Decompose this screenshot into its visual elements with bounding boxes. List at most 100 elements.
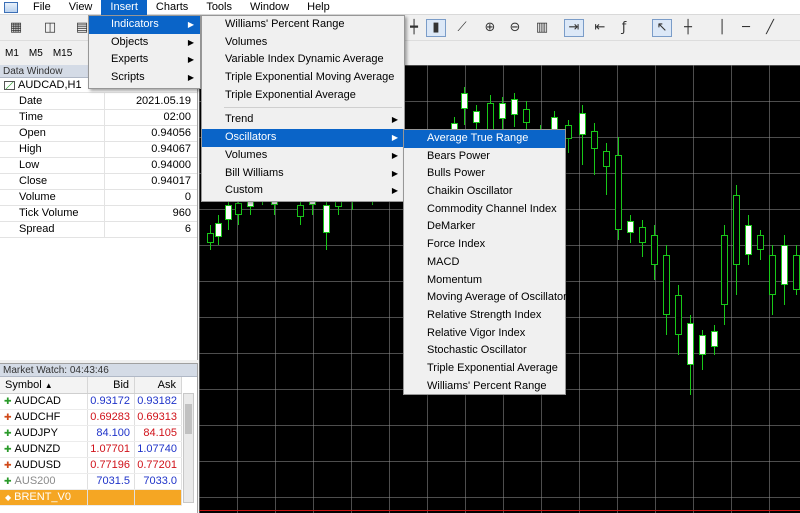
vertical-line-icon: │	[718, 20, 726, 35]
menu-help[interactable]: Help	[298, 0, 339, 15]
data-key: Date	[0, 93, 105, 110]
oscillator-bears-power[interactable]: Bears Power	[404, 148, 565, 166]
candle-body	[663, 255, 670, 315]
table-row[interactable]: ✚ AUDCAD 0.93172 0.93182	[0, 393, 182, 410]
bid-value: 0.93172	[87, 393, 136, 410]
profiles-button[interactable]: ◫	[40, 19, 60, 37]
indicators-group-bill-williams[interactable]: Bill Williams ▶	[202, 165, 404, 183]
timeframe-m5[interactable]: M5	[24, 48, 48, 59]
zoom-in-button[interactable]: ⊕	[480, 19, 500, 37]
candle-body	[579, 113, 586, 135]
oscillator-momentum[interactable]: Momentum	[404, 272, 565, 290]
insert-menu-scripts[interactable]: Scripts ▶	[89, 69, 200, 87]
candlestick-button[interactable]: ▮	[426, 19, 446, 37]
indicator-vidya[interactable]: Variable Index Dynamic Average	[202, 51, 404, 69]
bid-column-header[interactable]: Bid	[87, 377, 136, 394]
new-chart-icon: ▦	[9, 20, 23, 35]
data-value: 0.94067	[104, 141, 197, 158]
submenu-arrow-icon: ▶	[391, 115, 398, 125]
timeframe-m1[interactable]: M1	[0, 48, 24, 59]
oscillator-stochastic[interactable]: Stochastic Oscillator	[404, 342, 565, 360]
oscillator-macd[interactable]: MACD	[404, 254, 565, 272]
ask-column-header[interactable]: Ask	[134, 377, 182, 394]
scrollbar-thumb[interactable]	[185, 404, 192, 434]
bar-chart-button[interactable]: ┿	[404, 19, 424, 37]
oscillator-force-index[interactable]: Force Index	[404, 236, 565, 254]
indicator-volumes[interactable]: Volumes	[202, 34, 404, 52]
horizontal-line-button[interactable]: ─	[736, 19, 756, 37]
indicator-williams-percent-range[interactable]: Williams' Percent Range	[202, 16, 404, 34]
table-row[interactable]: ✚ AUDNZD 1.07701 1.07740	[0, 441, 182, 458]
oscillator-rvi[interactable]: Relative Vigor Index	[404, 325, 565, 343]
candle-body	[793, 255, 800, 290]
indicators-menu: Williams' Percent Range Volumes Variable…	[201, 15, 405, 202]
crosshair-button[interactable]: ┼	[678, 19, 698, 37]
table-row: Date 2021.05.19	[0, 93, 197, 110]
indicator-tema[interactable]: Triple Exponential Moving Average	[202, 69, 404, 87]
indicator-trix[interactable]: Triple Exponential Average	[202, 87, 404, 105]
timeframe-m15[interactable]: M15	[48, 48, 77, 59]
insert-menu-indicators[interactable]: Indicators ▶	[89, 16, 200, 34]
oscillator-bulls-power[interactable]: Bulls Power	[404, 165, 565, 183]
data-key: Volume	[0, 189, 105, 206]
candle-body	[639, 227, 646, 243]
oscillator-williams-percent-range[interactable]: Williams' Percent Range	[404, 378, 565, 396]
indicators-group-custom[interactable]: Custom ▶	[202, 182, 404, 200]
oscillator-osma[interactable]: Moving Average of Oscillator	[404, 289, 567, 307]
candle-body	[651, 235, 658, 265]
menu-charts[interactable]: Charts	[147, 0, 197, 15]
insert-menu: Indicators ▶ Objects ▶ Experts ▶ Scripts ▶	[88, 15, 201, 89]
oscillator-demarker[interactable]: DeMarker	[404, 218, 565, 236]
ask-value: 7033.0	[134, 473, 182, 490]
oscillator-chaikin[interactable]: Chaikin Oscillator	[404, 183, 565, 201]
indicators-button[interactable]: ƒ	[614, 19, 634, 37]
oscillator-rsi[interactable]: Relative Strength Index	[404, 307, 565, 325]
menu-view[interactable]: View	[60, 0, 102, 15]
price-down-icon: ✚	[4, 460, 12, 470]
symbol-column-header[interactable]: Symbol ▲	[0, 377, 89, 394]
bid-value: 0.77196	[87, 457, 136, 474]
cursor-button[interactable]: ↖	[652, 19, 672, 37]
indicators-group-trend[interactable]: Trend ▶	[202, 111, 404, 129]
chart-shift-button[interactable]: ⇥	[564, 19, 584, 37]
oscillator-average-true-range[interactable]: Average True Range	[404, 130, 565, 148]
indicators-group-volumes[interactable]: Volumes ▶	[202, 147, 404, 165]
line-chart-button[interactable]: ⟋	[452, 19, 472, 37]
table-row: Low 0.94000	[0, 157, 197, 174]
table-row[interactable]: ✚ AUDJPY 84.100 84.105	[0, 425, 182, 442]
ask-value: 0.69313	[134, 409, 182, 426]
symbol-name: BRENT_V0	[14, 491, 72, 503]
insert-menu-experts[interactable]: Experts ▶	[89, 51, 200, 69]
tile-windows-button[interactable]: ▥	[532, 19, 552, 37]
trendline-button[interactable]: ╱	[760, 19, 780, 37]
zoom-out-button[interactable]: ⊖	[505, 19, 525, 37]
table-row[interactable]: ✚ AUS200 7031.5 7033.0	[0, 473, 182, 490]
symbol-name: AUDJPY	[14, 427, 58, 439]
menu-tools[interactable]: Tools	[197, 0, 241, 15]
oscillator-cci[interactable]: Commodity Channel Index	[404, 201, 565, 219]
table-row[interactable]: ◆ BRENT_V0	[0, 489, 182, 506]
insert-menu-objects[interactable]: Objects ▶	[89, 34, 200, 52]
indicators-group-oscillators[interactable]: Oscillators ▶	[202, 129, 404, 147]
market-watch-scrollbar[interactable]	[183, 393, 194, 503]
vertical-line-button[interactable]: │	[712, 19, 732, 37]
menu-window[interactable]: Window	[241, 0, 298, 15]
table-row: Spread 6	[0, 221, 197, 238]
data-value: 2021.05.19	[104, 93, 197, 110]
menu-file[interactable]: File	[24, 0, 60, 15]
new-chart-button[interactable]: ▦	[6, 19, 26, 37]
symbol-status-icon: ◆	[5, 493, 12, 502]
candle-body	[721, 235, 728, 305]
data-key: Tick Volume	[0, 205, 105, 222]
data-key: Spread	[0, 221, 105, 238]
autoscroll-button[interactable]: ⇤	[590, 19, 610, 37]
menu-insert[interactable]: Insert	[101, 0, 147, 15]
table-row[interactable]: ✚ AUDCHF 0.69283 0.69313	[0, 409, 182, 426]
submenu-arrow-icon: ▶	[391, 150, 398, 160]
table-row: High 0.94067	[0, 141, 197, 158]
market-watch-header: Symbol ▲ Bid Ask	[0, 377, 182, 394]
symbol-name: AUDCHF	[14, 411, 61, 423]
oscillator-trix[interactable]: Triple Exponential Average	[404, 360, 565, 378]
price-down-icon: ✚	[4, 412, 12, 422]
table-row[interactable]: ✚ AUDUSD 0.77196 0.77201	[0, 457, 182, 474]
